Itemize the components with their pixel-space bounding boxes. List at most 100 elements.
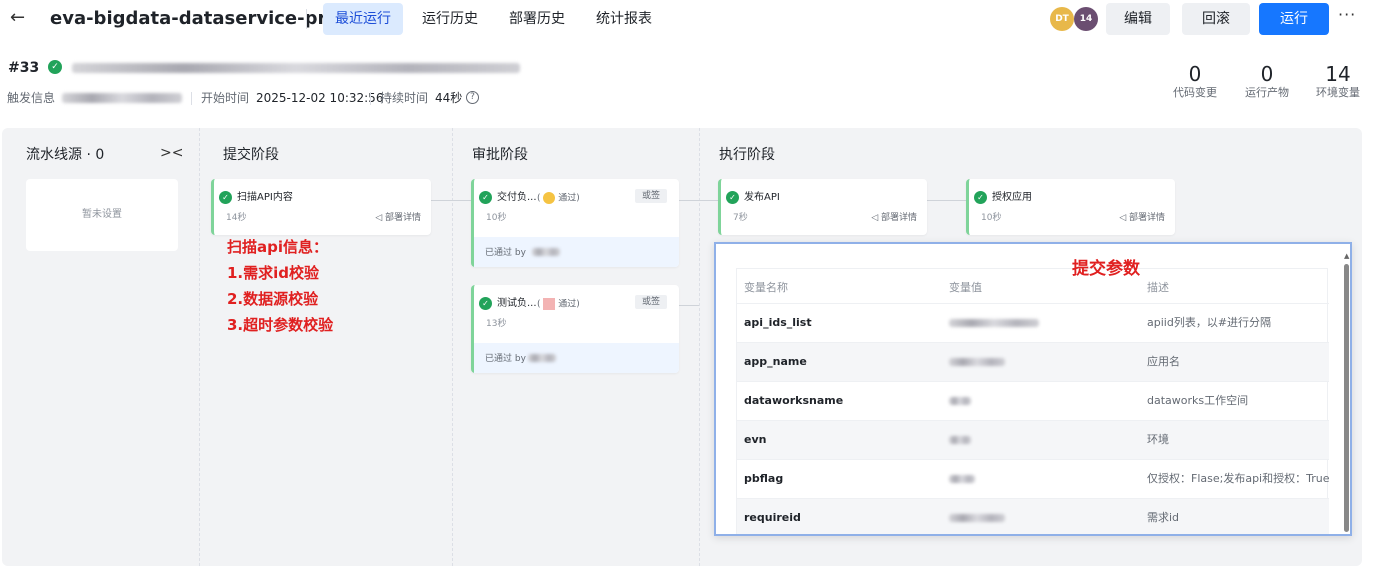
blurred-value <box>949 397 971 405</box>
job-name: 授权应用 <box>992 192 1032 203</box>
approval-duration: 13秒 <box>486 319 507 329</box>
tab-recent-runs[interactable]: 最近运行 <box>323 3 403 35</box>
annotation-line: 扫描api信息： <box>227 238 329 256</box>
stat-label: 环境变量 <box>1316 86 1360 99</box>
job-name: 发布API <box>744 192 780 203</box>
blurred-commit-message <box>72 63 520 73</box>
run-number: #33 <box>8 60 40 76</box>
approval-card-deliver[interactable]: ✓ 交付负... ( 通过) 或签 10秒 已通过 by <box>471 179 679 267</box>
success-check-icon: ✓ <box>219 191 232 204</box>
blurred-value <box>949 319 1039 327</box>
avatar <box>543 298 556 310</box>
annotation-line: 3.超时参数校验 <box>227 316 334 334</box>
scrollbar[interactable] <box>1344 264 1349 532</box>
deploy-details-link[interactable]: ◁ 部署详情 <box>375 212 421 224</box>
params-table: 变量名称 变量值 描述 api_ids_list apiid列表，以#进行分隔 … <box>736 268 1329 534</box>
blurred-approver <box>528 354 556 362</box>
divider <box>306 9 307 29</box>
col-header-value: 变量值 <box>949 281 982 294</box>
top-bar: ← eva-bigdata-dataservice-prod 最近运行 运行历史… <box>0 0 1382 40</box>
annotation-line: 2.数据源校验 <box>227 290 319 308</box>
var-desc: 应用名 <box>1147 355 1180 368</box>
approval-footer: 已通过 by <box>474 237 679 267</box>
source-empty-state: 暂未设置 <box>26 179 178 251</box>
edit-button[interactable]: 编辑 <box>1106 3 1170 35</box>
approver-status: ( 通过) <box>537 192 580 204</box>
pipeline-source-title: 流水线源 · 0 <box>26 147 105 163</box>
table-row: api_ids_list apiid列表，以#进行分隔 <box>737 303 1329 342</box>
var-name: requireid <box>744 511 801 524</box>
stat-label: 运行产物 <box>1245 86 1289 99</box>
annotation-line: 1.需求id校验 <box>227 264 320 282</box>
var-desc: 仅授权：Flase;发布api和授权：True <box>1147 472 1330 485</box>
blurred-value <box>949 436 971 444</box>
tab-statistics[interactable]: 统计报表 <box>584 3 664 35</box>
job-card-scan[interactable]: ✓ 扫描API内容 14秒 ◁ 部署详情 <box>211 179 431 235</box>
column-divider <box>452 128 453 566</box>
blurred-value <box>949 475 975 483</box>
var-desc: dataworks工作空间 <box>1147 394 1249 407</box>
avatar-count[interactable]: 14 <box>1074 7 1098 31</box>
success-check-icon: ✓ <box>479 191 492 204</box>
scroll-up-icon[interactable]: ▲ <box>1344 252 1349 260</box>
var-name: app_name <box>744 355 807 368</box>
divider <box>191 92 192 105</box>
table-row: dataworksname dataworks工作空间 <box>737 381 1329 420</box>
tab-run-history[interactable]: 运行历史 <box>410 3 490 35</box>
var-name: evn <box>744 433 767 446</box>
var-desc: 需求id <box>1147 511 1180 524</box>
pass-label: 通过) <box>558 193 580 204</box>
panel-title: 提交参数 <box>1072 259 1140 279</box>
job-card-authorize[interactable]: ✓ 授权应用 10秒 ◁ 部署详情 <box>966 179 1175 235</box>
table-row: requireid 需求id <box>737 498 1329 534</box>
approval-name: 测试负... <box>497 298 537 309</box>
stat-code-changes[interactable]: 0 代码变更 <box>1170 62 1220 100</box>
or-sign-badge: 或签 <box>634 295 667 309</box>
table-row: pbflag 仅授权：Flase;发布api和授权：True <box>737 459 1329 498</box>
arrow-left-icon[interactable]: ← <box>10 8 30 28</box>
stage-title-submit: 提交阶段 <box>223 147 279 163</box>
approved-by-label: 已通过 by <box>485 354 526 364</box>
success-check-icon: ✓ <box>974 191 987 204</box>
job-name: 扫描API内容 <box>237 192 293 203</box>
help-icon[interactable]: ? <box>466 91 479 104</box>
stat-value: 0 <box>1188 62 1202 86</box>
pass-label: 通过) <box>558 299 580 310</box>
blurred-value <box>949 358 1005 366</box>
stat-label: 代码变更 <box>1173 86 1217 99</box>
stat-value: 0 <box>1260 62 1274 86</box>
table-row: app_name 应用名 <box>737 342 1329 381</box>
deploy-details-link[interactable]: ◁ 部署详情 <box>1119 212 1165 224</box>
col-header-name: 变量名称 <box>744 281 788 294</box>
approved-by-label: 已通过 by <box>485 248 526 258</box>
var-name: pbflag <box>744 472 784 485</box>
blurred-approver <box>532 248 560 256</box>
start-time-label: 开始时间 <box>201 91 250 105</box>
stat-env-vars[interactable]: 14 环境变量 <box>1312 62 1364 100</box>
job-duration: 7秒 <box>733 213 748 223</box>
trigger-label: 触发信息 <box>7 91 56 105</box>
approval-card-test[interactable]: ✓ 测试负... ( 通过) 或签 13秒 已通过 by <box>471 285 679 373</box>
stage-title-execution: 执行阶段 <box>719 147 775 163</box>
run-button[interactable]: 运行 <box>1259 3 1329 35</box>
blurred-trigger-info <box>62 93 182 103</box>
var-desc: 环境 <box>1147 433 1169 446</box>
table-row: evn 环境 <box>737 420 1329 459</box>
tab-deploy-history[interactable]: 部署历史 <box>497 3 577 35</box>
stat-value: 14 <box>1325 62 1351 86</box>
avatar[interactable]: DT <box>1050 7 1074 31</box>
more-icon[interactable]: ··· <box>1338 5 1356 24</box>
deploy-details-link[interactable]: ◁ 部署详情 <box>871 212 917 224</box>
duration-value: 44秒 <box>435 91 463 105</box>
rollback-button[interactable]: 回滚 <box>1182 3 1250 35</box>
approval-duration: 10秒 <box>486 213 507 223</box>
stage-title-approval: 审批阶段 <box>472 147 528 163</box>
deploy-details-label: 部署详情 <box>880 213 917 223</box>
collapse-icon[interactable]: >< <box>160 145 183 161</box>
deploy-details-label: 部署详情 <box>384 213 421 223</box>
stat-artifacts[interactable]: 0 运行产物 <box>1241 62 1293 100</box>
connector-line <box>927 200 967 201</box>
divider <box>370 92 371 105</box>
blurred-value <box>949 514 1005 522</box>
job-card-publish[interactable]: ✓ 发布API 7秒 ◁ 部署详情 <box>718 179 927 235</box>
